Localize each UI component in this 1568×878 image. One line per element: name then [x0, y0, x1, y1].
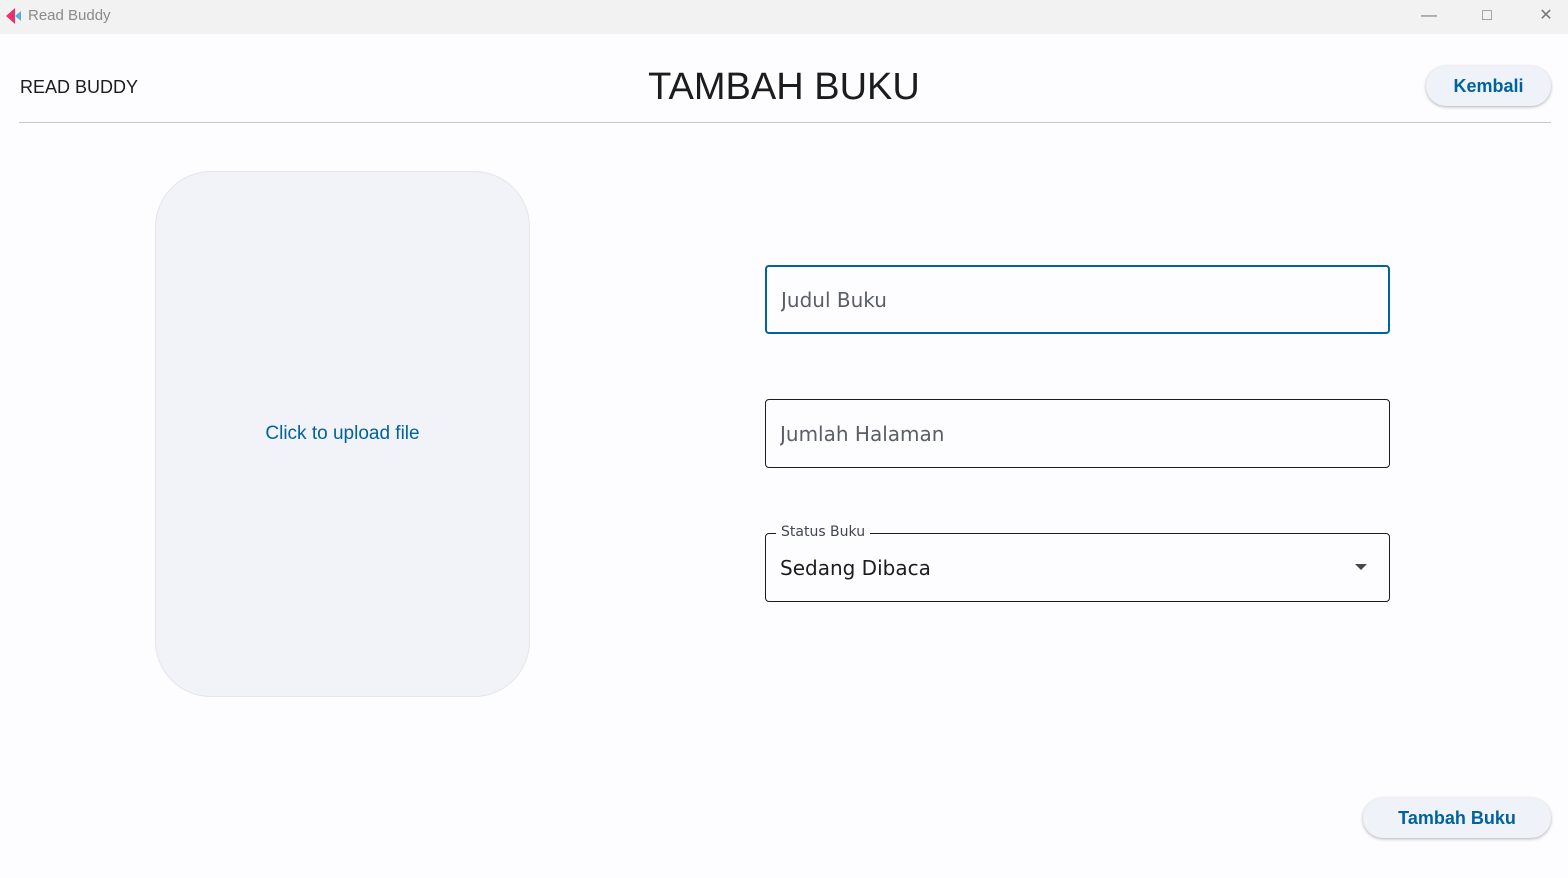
page-count-field[interactable] [765, 399, 1390, 468]
page-count-input[interactable] [766, 400, 1389, 467]
status-value: Sedang Dibaca [780, 556, 931, 580]
add-book-button[interactable]: Tambah Buku [1363, 798, 1551, 838]
window-title: Read Buddy [28, 7, 111, 24]
book-title-input[interactable] [767, 267, 1388, 332]
book-title-field[interactable] [765, 265, 1390, 334]
page-title: TAMBAH BUKU [648, 66, 920, 108]
title-bar: Read Buddy — □ ✕ [0, 0, 1568, 34]
minimize-icon[interactable]: — [1418, 6, 1440, 28]
back-button[interactable]: Kembali [1426, 66, 1551, 106]
close-icon[interactable]: ✕ [1535, 6, 1557, 28]
upload-cover-area[interactable]: Click to upload file [155, 171, 530, 697]
upload-label: Click to upload file [265, 423, 420, 444]
chevron-down-icon [1355, 564, 1367, 570]
app-logo-icon [6, 8, 21, 24]
maximize-icon[interactable]: □ [1476, 6, 1498, 28]
status-dropdown[interactable]: Status Buku Sedang Dibaca [765, 524, 1390, 602]
status-label: Status Buku [776, 524, 871, 540]
header-divider [19, 122, 1551, 123]
